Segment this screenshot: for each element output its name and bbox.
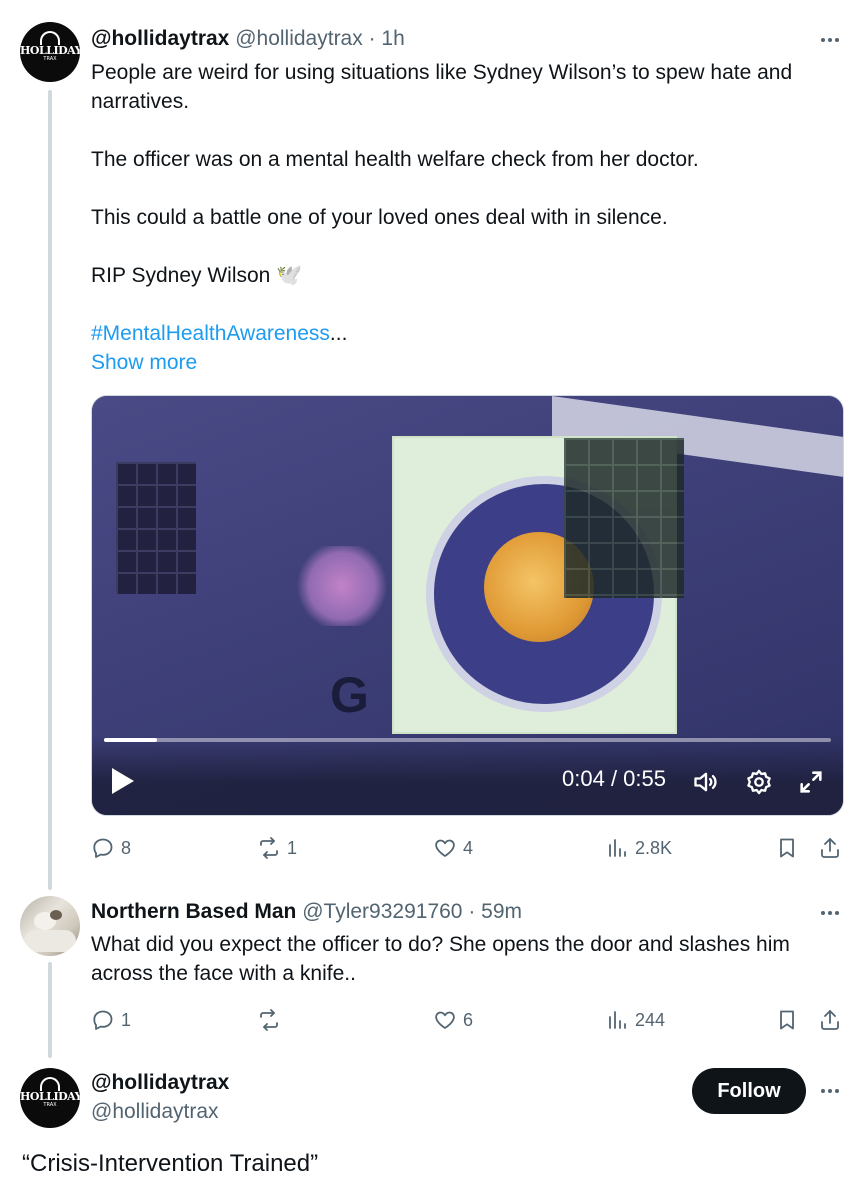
share-icon (821, 1010, 839, 1030)
like-button[interactable]: 4 (433, 836, 473, 860)
like-button[interactable]: 6 (433, 1008, 473, 1032)
post-paragraph: The officer was on a mental health welfa… (91, 148, 699, 171)
truncation-ellipsis: ... (329, 322, 348, 345)
repost-icon (260, 1009, 278, 1031)
reply-header: Northern Based Man @Tyler93291760 · 59m (91, 899, 522, 925)
post-paragraph: RIP Sydney Wilson 🕊️ (91, 264, 303, 287)
reply-display-name[interactable]: Northern Based Man (91, 900, 296, 923)
reply-icon (93, 1010, 113, 1030)
fullscreen-icon[interactable] (797, 768, 825, 796)
reply-timestamp[interactable]: · 59m (468, 900, 522, 923)
post-header: @hollidaytrax @hollidaytrax · 1h (91, 26, 405, 52)
video-progress-bar[interactable] (104, 738, 831, 742)
reply-count: 8 (121, 837, 132, 858)
views-button[interactable]: 2.8K (605, 836, 672, 860)
play-icon[interactable] (112, 768, 134, 794)
show-more-link[interactable]: Show more (91, 348, 851, 377)
like-count: 6 (463, 1009, 474, 1030)
headphones-logo-mark (40, 31, 60, 45)
views-count: 244 (635, 1009, 666, 1030)
volume-icon[interactable] (692, 768, 720, 796)
hashtag-line: #MentalHealthAwareness... (91, 319, 851, 348)
video-sign-letter: G (330, 667, 369, 723)
avatar[interactable] (20, 896, 80, 956)
repost-button[interactable]: 1 (257, 836, 297, 860)
logo-text: HOLLIDAY (20, 1090, 80, 1103)
more-icon[interactable] (818, 36, 842, 44)
headphones-logo-mark (40, 1077, 60, 1091)
next-post-display-name[interactable]: @hollidaytrax (91, 1071, 229, 1094)
reply-icon (93, 838, 113, 858)
settings-icon[interactable] (745, 768, 773, 796)
reply-button[interactable]: 8 (91, 836, 131, 860)
like-icon (435, 1011, 455, 1029)
reply-action-bar: 1 6 244 (91, 1008, 851, 1038)
reply-button[interactable]: 1 (91, 1008, 131, 1032)
more-icon[interactable] (818, 1087, 842, 1095)
bookmark-button[interactable] (775, 1008, 799, 1032)
video-light-glow (297, 546, 387, 626)
avatar[interactable]: HOLLIDAY TRAX (20, 22, 80, 82)
video-time-separator: / (604, 766, 624, 791)
video-window-shape (116, 462, 196, 594)
video-progress-fill (104, 738, 158, 742)
avatar[interactable]: HOLLIDAY TRAX (20, 1068, 80, 1128)
post-timestamp[interactable]: · 1h (369, 27, 405, 50)
avatar-dog-ear (50, 910, 62, 920)
repost-count: 1 (287, 837, 298, 858)
bookmark-icon (780, 1010, 794, 1030)
author-handle[interactable]: @hollidaytrax (235, 27, 363, 50)
repost-icon (260, 837, 278, 859)
post-paragraph: This could a battle one of your loved on… (91, 206, 668, 229)
reply-handle[interactable]: @Tyler93291760 (302, 900, 462, 923)
thread-line (48, 90, 52, 890)
views-icon (609, 839, 626, 857)
next-post-handle-row: @hollidaytrax (91, 1099, 219, 1125)
share-button[interactable] (818, 836, 842, 860)
views-count: 2.8K (635, 837, 673, 858)
video-time-readout: 0:04 / 0:55 (562, 766, 666, 792)
more-icon[interactable] (818, 909, 842, 917)
author-display-name[interactable]: @hollidaytrax (91, 27, 229, 50)
share-button[interactable] (818, 1008, 842, 1032)
share-icon (821, 838, 839, 858)
logo-text: HOLLIDAY (20, 44, 80, 57)
logo-subtext: TRAX (43, 1102, 57, 1108)
logo-subtext: TRAX (43, 56, 57, 62)
next-post-text: “Crisis-Intervention Trained” (22, 1150, 319, 1177)
views-icon (609, 1011, 626, 1029)
bookmark-icon (780, 838, 794, 858)
next-post-name: @hollidaytrax (91, 1070, 229, 1096)
like-count: 4 (463, 837, 474, 858)
video-controls-gradient (92, 735, 843, 815)
post-text: People are weird for using situations li… (91, 58, 851, 377)
repost-button[interactable] (257, 1008, 287, 1032)
video-duration: 0:55 (623, 766, 666, 791)
hashtag-link[interactable]: #MentalHealthAwareness (91, 322, 330, 345)
views-button[interactable]: 244 (605, 1008, 665, 1032)
avatar-blanket (24, 930, 76, 952)
post-paragraph: People are weird for using situations li… (91, 61, 793, 113)
thread-line (48, 962, 52, 1058)
video-current-time: 0:04 (562, 766, 605, 791)
reply-count: 1 (121, 1009, 132, 1030)
video-g-sign (392, 436, 684, 734)
next-post-handle[interactable]: @hollidaytrax (91, 1100, 219, 1123)
video-player[interactable]: G 0:04 / 0:55 (91, 395, 844, 816)
reply-text: What did you expect the officer to do? S… (91, 933, 790, 985)
bookmark-button[interactable] (775, 836, 799, 860)
g-sign-window-reflection (564, 438, 684, 598)
like-icon (435, 839, 455, 857)
follow-button[interactable]: Follow (692, 1068, 806, 1114)
post-action-bar: 8 1 4 2.8K (91, 836, 851, 866)
